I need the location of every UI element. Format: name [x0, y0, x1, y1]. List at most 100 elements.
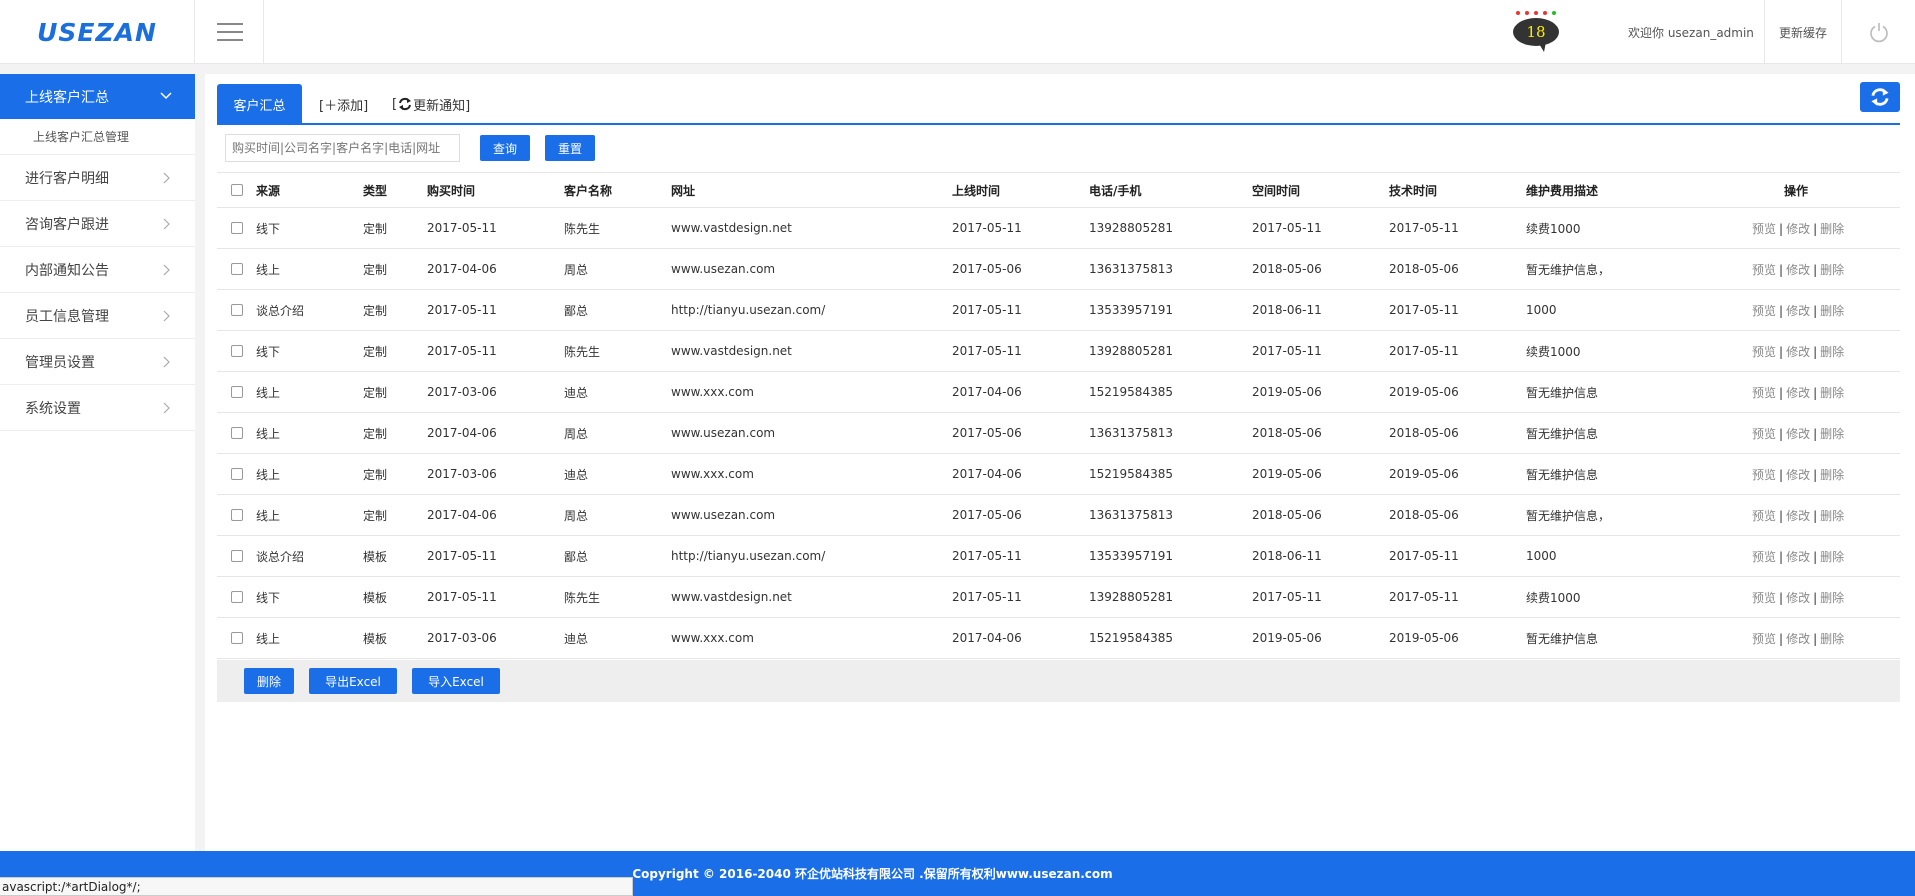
table-cell: 定制 — [363, 467, 388, 482]
sidebar-item-online-summary[interactable]: 上线客户汇总 — [0, 74, 195, 119]
import-excel-button[interactable]: 导入Excel — [412, 668, 500, 694]
table-cell: 2018-05-06 — [1252, 262, 1322, 276]
table-cell: www.xxx.com — [671, 631, 754, 645]
search-input[interactable] — [225, 134, 460, 162]
sidebar-item[interactable]: 系统设置 — [0, 385, 195, 431]
row-checkbox[interactable] — [231, 386, 243, 398]
query-button[interactable]: 查询 — [480, 135, 530, 161]
edit-link[interactable]: 修改 — [1786, 304, 1810, 318]
table-cell: 续费1000 — [1526, 344, 1581, 359]
preview-link[interactable]: 预览 — [1752, 550, 1776, 564]
row-checkbox[interactable] — [231, 468, 243, 480]
table-cell: 暂无维护信息， — [1526, 508, 1611, 523]
preview-link[interactable]: 预览 — [1752, 591, 1776, 605]
separator: | — [1779, 631, 1784, 646]
row-checkbox[interactable] — [231, 222, 243, 234]
row-checkbox[interactable] — [231, 632, 243, 644]
preview-link[interactable]: 预览 — [1752, 222, 1776, 236]
delete-link[interactable]: 删除 — [1820, 632, 1844, 646]
delete-link[interactable]: 删除 — [1820, 591, 1844, 605]
bulk-action-bar: 删除 导出Excel 导入Excel — [217, 660, 1900, 702]
sidebar-item[interactable]: 进行客户明细 — [0, 155, 195, 201]
edit-link[interactable]: 修改 — [1786, 550, 1810, 564]
row-actions: 预览 | 修改 | 删除 — [1752, 425, 1844, 442]
edit-link[interactable]: 修改 — [1786, 386, 1810, 400]
power-icon[interactable] — [1842, 0, 1915, 64]
refresh-button[interactable] — [1860, 82, 1900, 112]
table-cell: 定制 — [363, 262, 388, 277]
update-notice-link[interactable]: [ 更新通知] — [392, 84, 470, 124]
preview-link[interactable]: 预览 — [1752, 304, 1776, 318]
delete-link[interactable]: 删除 — [1820, 550, 1844, 564]
refresh-cache-button[interactable]: 更新缓存 — [1764, 0, 1842, 64]
table-cell: 13533957191 — [1089, 303, 1173, 317]
sidebar-item[interactable]: 内部通知公告 — [0, 247, 195, 293]
column-header: 操作 — [1784, 183, 1809, 198]
delete-link[interactable]: 删除 — [1820, 427, 1844, 441]
sidebar-item[interactable]: 管理员设置 — [0, 339, 195, 385]
logo[interactable]: USEZAN — [0, 0, 195, 64]
table-cell: 线下 — [256, 221, 281, 236]
table-cell: 2017-05-11 — [427, 590, 497, 604]
table-cell: 线下 — [256, 344, 281, 359]
edit-link[interactable]: 修改 — [1786, 263, 1810, 277]
delete-link[interactable]: 删除 — [1820, 386, 1844, 400]
preview-link[interactable]: 预览 — [1752, 509, 1776, 523]
delete-link[interactable]: 删除 — [1820, 222, 1844, 236]
edit-link[interactable]: 修改 — [1786, 345, 1810, 359]
export-excel-button[interactable]: 导出Excel — [309, 668, 397, 694]
table-cell: 谈总介绍 — [256, 303, 305, 318]
column-header: 来源 — [256, 183, 281, 198]
row-checkbox[interactable] — [231, 591, 243, 603]
table-cell: 13928805281 — [1089, 344, 1173, 358]
row-checkbox[interactable] — [231, 509, 243, 521]
notification-count: 18 — [1513, 18, 1559, 46]
preview-link[interactable]: 预览 — [1752, 468, 1776, 482]
table-cell: 2017-03-06 — [427, 631, 497, 645]
edit-link[interactable]: 修改 — [1786, 591, 1810, 605]
preview-link[interactable]: 预览 — [1752, 263, 1776, 277]
sidebar-subitem-summary-manage[interactable]: 上线客户汇总管理 — [0, 119, 195, 155]
separator: | — [1779, 549, 1784, 564]
delete-link[interactable]: 删除 — [1820, 304, 1844, 318]
menu-toggle-button[interactable] — [196, 0, 264, 64]
row-checkbox[interactable] — [231, 263, 243, 275]
row-checkbox[interactable] — [231, 304, 243, 316]
table-cell: 2017-04-06 — [427, 426, 497, 440]
edit-link[interactable]: 修改 — [1786, 632, 1810, 646]
table-cell: 2017-04-06 — [952, 385, 1022, 399]
tab-customer-summary[interactable]: 客户汇总 — [217, 84, 302, 124]
delete-link[interactable]: 删除 — [1820, 263, 1844, 277]
column-header: 维护费用描述 — [1526, 183, 1599, 198]
sidebar-item[interactable]: 咨询客户跟进 — [0, 201, 195, 247]
copyright-text: Copyright © 2016-2040 环企优站科技有限公司 .保留所有权利… — [632, 867, 1113, 881]
delete-link[interactable]: 删除 — [1820, 345, 1844, 359]
notification-bell[interactable]: 18 — [1510, 10, 1562, 54]
row-checkbox[interactable] — [231, 550, 243, 562]
add-link[interactable]: [＋添加] — [319, 84, 368, 124]
row-actions: 预览 | 修改 | 删除 — [1752, 466, 1844, 483]
edit-link[interactable]: 修改 — [1786, 427, 1810, 441]
delete-link[interactable]: 删除 — [1820, 509, 1844, 523]
preview-link[interactable]: 预览 — [1752, 345, 1776, 359]
edit-link[interactable]: 修改 — [1786, 468, 1810, 482]
preview-link[interactable]: 预览 — [1752, 386, 1776, 400]
row-checkbox[interactable] — [231, 427, 243, 439]
table-cell: 模板 — [363, 549, 388, 564]
reset-button[interactable]: 重置 — [545, 135, 595, 161]
select-all-checkbox[interactable] — [231, 184, 243, 196]
table-cell: 2017-04-06 — [427, 262, 497, 276]
edit-link[interactable]: 修改 — [1786, 222, 1810, 236]
table-row: 线上 定制 2017-04-06 周总 www.usezan.com 2017-05-06… — [217, 495, 1900, 536]
top-header: USEZAN 18 欢迎你 usezan_admin 更新缓存 — [0, 0, 1915, 64]
row-checkbox[interactable] — [231, 345, 243, 357]
preview-link[interactable]: 预览 — [1752, 427, 1776, 441]
separator: | — [1813, 221, 1818, 236]
preview-link[interactable]: 预览 — [1752, 632, 1776, 646]
edit-link[interactable]: 修改 — [1786, 509, 1810, 523]
delete-selected-button[interactable]: 删除 — [244, 668, 294, 694]
sidebar-item[interactable]: 员工信息管理 — [0, 293, 195, 339]
chevron-right-icon — [163, 172, 170, 184]
delete-link[interactable]: 删除 — [1820, 468, 1844, 482]
row-actions: 预览 | 修改 | 删除 — [1752, 220, 1844, 237]
